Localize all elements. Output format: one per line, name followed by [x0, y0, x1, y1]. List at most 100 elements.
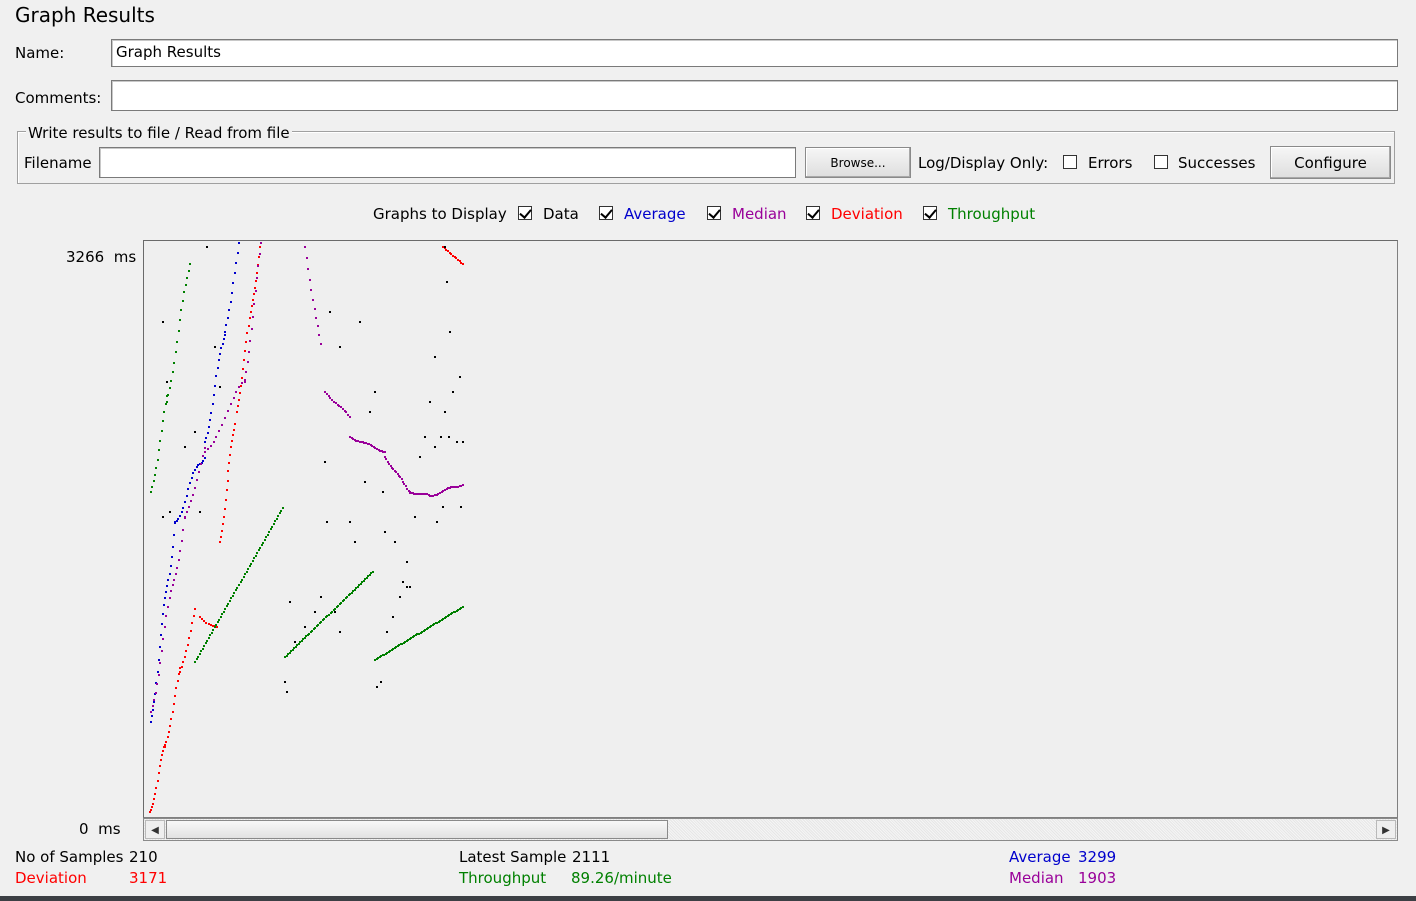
throughput-point	[230, 597, 232, 599]
scroll-thumb[interactable]	[166, 820, 668, 839]
throughput-point	[280, 510, 282, 512]
average-point	[165, 591, 167, 593]
horizontal-scrollbar[interactable]: ◀ ▶	[143, 818, 1398, 841]
median-point	[255, 290, 257, 292]
filename-field[interactable]	[99, 147, 796, 178]
y-axis-max-value: 3266	[66, 248, 105, 266]
data-point	[429, 401, 431, 403]
deviation-point	[227, 480, 229, 482]
median-point	[227, 410, 229, 412]
graphs-to-display-label: Graphs to Display	[373, 205, 507, 223]
data-option-label: Data	[543, 205, 579, 223]
median-point	[450, 486, 452, 488]
throughput-point	[352, 590, 354, 592]
median-point	[349, 416, 351, 418]
throughput-point	[305, 635, 307, 637]
deviation-point	[225, 499, 227, 501]
average-point	[218, 359, 220, 361]
throughput-point	[188, 270, 190, 272]
scroll-left-icon[interactable]: ◀	[145, 820, 165, 839]
average-checkbox[interactable]	[599, 206, 613, 220]
median-checkbox[interactable]	[707, 206, 721, 220]
name-field[interactable]: Graph Results	[111, 39, 1398, 67]
throughput-point	[159, 440, 161, 442]
average-point	[208, 426, 210, 428]
throughput-point	[349, 593, 351, 595]
deviation-checkbox[interactable]	[806, 206, 820, 220]
throughput-point	[203, 645, 205, 647]
median-point	[259, 253, 261, 255]
median-point	[198, 471, 200, 473]
median-point	[256, 277, 258, 279]
data-point	[214, 346, 216, 348]
throughput-point	[407, 639, 409, 641]
comments-field[interactable]	[111, 80, 1398, 111]
throughput-point	[262, 542, 264, 544]
average-point	[160, 634, 162, 636]
throughput-point	[334, 608, 336, 610]
deviation-point	[255, 280, 257, 282]
errors-checkbox[interactable]	[1063, 155, 1077, 169]
median-point	[309, 279, 311, 281]
median-point	[399, 476, 401, 478]
average-stat-label: Average	[1009, 848, 1071, 866]
throughput-checkbox[interactable]	[923, 206, 937, 220]
deviation-point	[220, 536, 222, 538]
deviation-point	[231, 440, 233, 442]
browse-button[interactable]: Browse...	[805, 147, 911, 178]
y-axis-min-value: 0	[79, 820, 89, 838]
median-point	[460, 485, 462, 487]
configure-button[interactable]: Configure	[1270, 146, 1391, 179]
deviation-point	[457, 259, 459, 261]
throughput-point	[361, 581, 363, 583]
throughput-point	[372, 571, 374, 573]
throughput-point	[163, 411, 165, 413]
throughput-point	[212, 629, 214, 631]
median-point	[329, 397, 331, 399]
median-point	[172, 584, 174, 586]
throughput-point	[256, 552, 258, 554]
throughput-point	[364, 578, 366, 580]
data-point	[162, 321, 164, 323]
median-point	[251, 328, 253, 330]
throughput-point	[343, 599, 345, 601]
data-point	[392, 616, 394, 618]
deviation-point	[212, 625, 214, 627]
data-point	[199, 511, 201, 513]
median-point	[253, 303, 255, 305]
median-point	[221, 424, 223, 426]
median-point	[200, 463, 202, 465]
average-point	[174, 521, 176, 523]
successes-checkbox[interactable]	[1154, 155, 1168, 169]
throughput-point	[243, 576, 245, 578]
throughput-point	[220, 616, 222, 618]
throughput-stat-label: Throughput	[459, 869, 547, 887]
throughput-point	[197, 656, 199, 658]
average-point	[202, 460, 204, 462]
data-point	[339, 631, 341, 633]
throughput-point	[367, 575, 369, 577]
data-point	[324, 461, 326, 463]
median-point	[363, 442, 365, 444]
data-checkbox[interactable]	[518, 206, 532, 220]
data-point	[440, 436, 442, 438]
scroll-right-icon[interactable]: ▶	[1376, 820, 1396, 839]
median-point	[247, 361, 249, 363]
latest-sample-label: Latest Sample	[459, 848, 567, 866]
throughput-point	[299, 641, 301, 643]
average-point	[222, 343, 224, 345]
median-point	[218, 430, 220, 432]
average-point	[173, 534, 175, 536]
throughput-point	[259, 547, 261, 549]
median-point	[230, 403, 232, 405]
deviation-point	[181, 666, 183, 668]
throughput-point	[270, 528, 272, 530]
median-point	[392, 468, 394, 470]
throughput-point	[331, 611, 333, 613]
throughput-point	[354, 589, 356, 591]
deviation-point	[222, 523, 224, 525]
deviation-point	[237, 405, 239, 407]
average-point	[197, 464, 199, 466]
average-point	[179, 515, 181, 517]
median-point	[455, 486, 457, 488]
